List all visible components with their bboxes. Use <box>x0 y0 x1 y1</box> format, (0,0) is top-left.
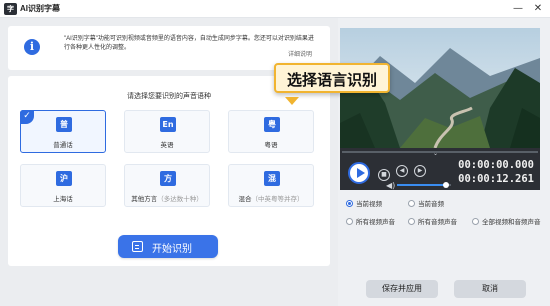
info-description: "AI识别字幕"功能可识别视频或音频里的语音内容，自动生成同步字幕。您还可以对识… <box>64 36 314 51</box>
title-bar: 字 AI识别字幕 — ✕ <box>0 0 550 18</box>
language-option-sub-label: （多达数十种） <box>157 196 203 203</box>
app-logo-icon: 字 <box>4 3 17 15</box>
dialect-icon: 方 <box>160 171 176 186</box>
start-recognition-button[interactable]: 开始识别 <box>118 235 218 258</box>
recognize-icon <box>132 241 143 252</box>
radio-dot <box>408 200 415 207</box>
callout-text: 选择语言识别 <box>286 71 377 89</box>
cancel-button[interactable]: 取消 <box>454 280 526 298</box>
language-option-mandarin[interactable]: ✓ 普 普通话 <box>20 110 106 153</box>
timeline-track[interactable] <box>342 151 538 153</box>
volume-fill <box>397 184 446 186</box>
language-option-main-label: 混合 <box>238 196 252 203</box>
info-icon: i <box>24 39 40 55</box>
radio-dot <box>472 218 479 225</box>
language-option-label: 其他方言（多达数十种） <box>125 193 209 203</box>
language-option-mixed[interactable]: 混 混合（中英粤等并存） <box>228 164 314 207</box>
language-option-cantonese[interactable]: 粤 粤语 <box>228 110 314 153</box>
language-option-english[interactable]: En 英语 <box>124 110 210 153</box>
start-button-label: 开始识别 <box>152 244 192 255</box>
scope-options: 当前视频 当前音频 所有视频声音 所有音频声音 全部视频和音频声音 <box>340 196 541 230</box>
language-option-label: 英语 <box>160 142 174 149</box>
mandarin-icon: 普 <box>56 117 72 132</box>
language-option-shanghainese[interactable]: 沪 上海话 <box>20 164 106 207</box>
callout-pointer <box>285 97 299 105</box>
window-title: AI识别字幕 <box>20 4 60 13</box>
cantonese-icon: 粤 <box>264 117 280 132</box>
next-frame-button[interactable]: ▶ <box>414 165 426 177</box>
radio-current-video[interactable]: 当前视频 <box>346 198 382 208</box>
radio-all-video-sound[interactable]: 所有视频声音 <box>346 216 395 226</box>
left-panel: i "AI识别字幕"功能可识别视频或音频里的语音内容，自动生成同步字幕。您还可以… <box>0 18 338 306</box>
media-player-controls: ⌄ ■ ◀ ▶ ◀) 00:00:00.000 00:00:12.261 <box>340 148 540 190</box>
language-option-label: 粤语 <box>264 142 278 149</box>
playhead-marker-icon[interactable]: ⌄ <box>433 151 440 157</box>
radio-all-video-audio[interactable]: 全部视频和音频声音 <box>472 216 541 226</box>
volume-icon[interactable]: ◀) <box>386 181 395 190</box>
check-icon: ✓ <box>20 110 34 124</box>
radio-current-audio[interactable]: 当前音频 <box>408 198 444 208</box>
radio-label: 当前视频 <box>356 201 382 208</box>
total-time: 00:00:12.261 <box>458 173 534 185</box>
radio-dot <box>346 218 353 225</box>
radio-all-audio-sound[interactable]: 所有音频声音 <box>408 216 457 226</box>
language-option-other-dialects[interactable]: 方 其他方言（多达数十种） <box>124 164 210 207</box>
close-button[interactable]: ✕ <box>532 3 544 15</box>
language-option-label: 上海话 <box>53 196 73 203</box>
radio-dot <box>408 218 415 225</box>
radio-dot <box>346 200 353 207</box>
volume-knob[interactable] <box>442 182 449 188</box>
english-icon: En <box>160 117 176 132</box>
language-option-label: 混合（中英粤等并存） <box>229 193 313 203</box>
play-button[interactable] <box>348 162 370 184</box>
mixed-icon: 混 <box>264 171 280 186</box>
radio-label: 全部视频和音频声音 <box>482 219 541 226</box>
volume-slider[interactable] <box>397 182 451 188</box>
language-option-main-label: 其他方言 <box>131 196 158 203</box>
details-link[interactable]: 详细说明 <box>288 49 312 58</box>
language-option-sub-label: （中英粤等并存） <box>251 196 304 203</box>
language-option-label: 普通话 <box>53 142 73 149</box>
radio-label: 当前音频 <box>418 201 444 208</box>
radio-label: 所有音频声音 <box>418 219 457 226</box>
save-apply-button[interactable]: 保存并应用 <box>366 280 438 298</box>
current-time: 00:00:00.000 <box>458 159 534 171</box>
shanghainese-icon: 沪 <box>56 171 72 186</box>
radio-label: 所有视频声音 <box>356 219 395 226</box>
previous-frame-button[interactable]: ◀ <box>396 165 408 177</box>
minimize-button[interactable]: — <box>512 3 524 15</box>
stop-button[interactable]: ■ <box>378 169 390 181</box>
callout-tooltip: 选择语言识别 <box>274 63 390 93</box>
right-panel: ⌄ ■ ◀ ▶ ◀) 00:00:00.000 00:00:12.261 当前视… <box>338 18 550 306</box>
